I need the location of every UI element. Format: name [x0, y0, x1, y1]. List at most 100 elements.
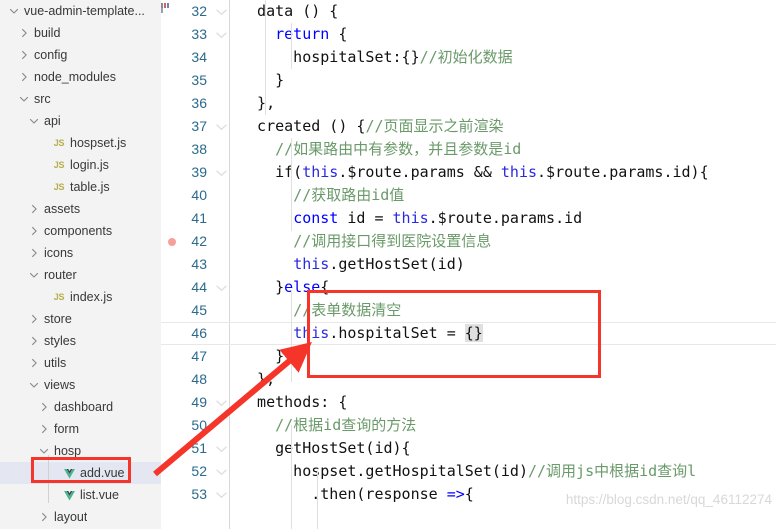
code-line-36[interactable]: 36 }, [161, 92, 776, 115]
fold-chevron-down-icon[interactable] [215, 23, 229, 46]
fold-chevron-down-icon[interactable] [215, 460, 229, 483]
fold-chevron-down-icon[interactable] [215, 437, 229, 460]
code-text: hospitalSet:{}//初始化数据 [239, 46, 513, 69]
code-line-41[interactable]: 41 const id = this.$route.params.id [161, 207, 776, 230]
tree-item-router[interactable]: router [0, 264, 161, 286]
code-line-33[interactable]: 33 return { [161, 23, 776, 46]
code-line-38[interactable]: 38 //如果路由中有参数，并且参数是id [161, 138, 776, 161]
tree-item-index-js[interactable]: JS index.js [0, 286, 161, 308]
chevron-down-icon[interactable] [28, 374, 41, 396]
tree-item-table-js[interactable]: JS table.js [0, 176, 161, 198]
code-line-42[interactable]: 42 //调用接口得到医院设置信息 [161, 230, 776, 253]
tree-item-hosp[interactable]: hosp [0, 440, 161, 462]
chevron-right-icon[interactable] [28, 242, 41, 264]
chevron-right-icon[interactable] [28, 198, 41, 220]
chevron-down-icon[interactable] [8, 0, 21, 22]
chevron-down-icon[interactable] [18, 88, 31, 110]
js-file-icon: JS [53, 292, 65, 302]
chevron-right-icon[interactable] [28, 330, 41, 352]
chevron-right-icon[interactable] [38, 418, 51, 440]
tree-item-form[interactable]: form [0, 418, 161, 440]
tree-item-label: src [34, 92, 51, 106]
tree-item-label: router [44, 268, 77, 282]
code-line-37[interactable]: 37 created () {//页面显示之前渲染 [161, 115, 776, 138]
tree-item-utils[interactable]: utils [0, 352, 161, 374]
code-line-49[interactable]: 49 methods: { [161, 391, 776, 414]
chevron-down-icon[interactable] [28, 110, 41, 132]
tree-item-layout[interactable]: layout [0, 506, 161, 528]
tree-item-hospset-js[interactable]: JS hospset.js [0, 132, 161, 154]
chevron-right-icon[interactable] [38, 396, 51, 418]
token-plain: getHostSet(id){ [239, 439, 411, 457]
code-line-44[interactable]: 44 }else{ [161, 276, 776, 299]
chevron-right-icon[interactable] [28, 308, 41, 330]
code-line-40[interactable]: 40 //获取路由id值 [161, 184, 776, 207]
chevron-down-icon[interactable] [38, 440, 51, 462]
code-text: } [239, 69, 284, 92]
code-line-50[interactable]: 50 //根据id查询的方法 [161, 414, 776, 437]
fold-chevron-down-icon[interactable] [215, 161, 229, 184]
code-indent-guide [291, 425, 292, 529]
tree-item-label: icons [44, 246, 74, 260]
code-line-47[interactable]: 47 } [161, 345, 776, 368]
chevron-right-icon[interactable] [28, 352, 41, 374]
tree-item-config[interactable]: config [0, 44, 161, 66]
tree-item-label: styles [44, 334, 76, 348]
code-line-45[interactable]: 45 //表单数据清空 [161, 299, 776, 322]
chevron-right-icon[interactable] [38, 506, 51, 528]
chevron-right-icon[interactable] [18, 66, 31, 88]
tree-item-node-modules[interactable]: node_modules [0, 66, 161, 88]
tree-item-src[interactable]: src [0, 88, 161, 110]
code-line-32[interactable]: 32 data () { [161, 0, 776, 23]
fold-chevron-down-icon[interactable] [215, 391, 229, 414]
tree-item-list-vue[interactable]: list.vue [0, 484, 161, 506]
line-number: 35 [191, 72, 207, 88]
code-line-46[interactable]: 46 this.hospitalSet = {} [161, 322, 776, 345]
fold-chevron-down-icon[interactable] [215, 483, 229, 506]
chevron-down-icon[interactable] [28, 264, 41, 286]
tree-item-assets[interactable]: assets [0, 198, 161, 220]
tree-item-styles[interactable]: styles [0, 330, 161, 352]
code-editor[interactable]: 32 data () {33 return {34 hospitalSet:{}… [161, 0, 776, 529]
token-plain: { [320, 278, 330, 296]
tree-item-views[interactable]: views [0, 374, 161, 396]
code-line-52[interactable]: 52 hospset.getHospitalSet(id)//调用js中根据id… [161, 460, 776, 483]
code-line-43[interactable]: 43 this.getHostSet(id) [161, 253, 776, 276]
tree-item-api[interactable]: api [0, 110, 161, 132]
token-this: this [392, 209, 429, 227]
file-tree[interactable]: vue-admin-template... build config node_mod… [0, 0, 161, 528]
code-line-51[interactable]: 51 getHostSet(id){ [161, 437, 776, 460]
code-line-39[interactable]: 39 if(this.$route.params && this.$route.… [161, 161, 776, 184]
code-text: //如果路由中有参数，并且参数是id [239, 138, 521, 161]
chevron-right-icon[interactable] [18, 22, 31, 44]
fold-chevron-down-icon[interactable] [215, 115, 229, 138]
tree-item-icons[interactable]: icons [0, 242, 161, 264]
tree-item-vue-admin-template-[interactable]: vue-admin-template... [0, 0, 161, 22]
chevron-right-icon[interactable] [28, 220, 41, 242]
code-line-35[interactable]: 35 } [161, 69, 776, 92]
tree-item-dashboard[interactable]: dashboard [0, 396, 161, 418]
tree-item-login-js[interactable]: JS login.js [0, 154, 161, 176]
tree-item-add-vue[interactable]: add.vue [0, 462, 161, 484]
fold-chevron-down-icon[interactable] [215, 0, 229, 23]
tree-item-store[interactable]: store [0, 308, 161, 330]
code-lines[interactable]: 32 data () {33 return {34 hospitalSet:{}… [161, 0, 776, 506]
fold-chevron-down-icon[interactable] [215, 276, 229, 299]
token-plain: .hospitalSet = [329, 324, 465, 342]
code-line-48[interactable]: 48 }, [161, 368, 776, 391]
tree-item-components[interactable]: components [0, 220, 161, 242]
code-line-34[interactable]: 34 hospitalSet:{}//初始化数据 [161, 46, 776, 69]
breakpoint-dot-icon[interactable] [168, 238, 176, 246]
tree-item-build[interactable]: build [0, 22, 161, 44]
watermark-text: https://blog.csdn.net/qq_46112274 [565, 492, 772, 507]
file-explorer-sidebar[interactable]: vue-admin-template... build config node_mod… [0, 0, 162, 529]
chevron-right-icon[interactable] [18, 44, 31, 66]
tree-item-label: hosp [54, 444, 82, 458]
tree-item-label: layout [54, 510, 88, 524]
line-number: 33 [191, 26, 207, 42]
